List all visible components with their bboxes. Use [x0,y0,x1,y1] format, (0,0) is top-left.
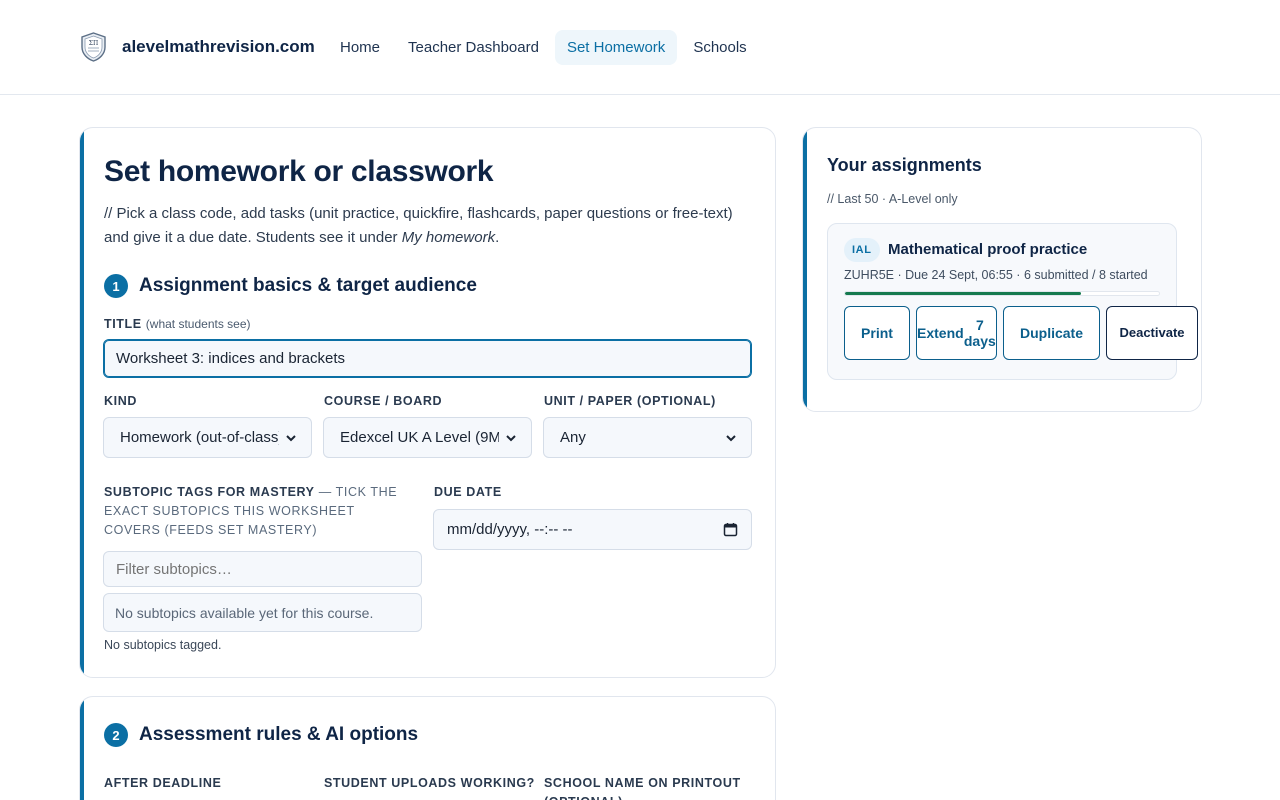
chevron-down-icon [286,434,296,441]
course-label: Course / board [324,394,443,408]
submission-progress-bar [844,291,1160,296]
qualification-badge: IAL [844,238,880,262]
submission-progress-fill [845,292,1081,295]
set-homework-card: Set homework or classwork // Pick a clas… [79,127,776,678]
assignments-subtitle: // Last 50 · A-Level only [827,192,958,206]
step-number-2: 2 [104,723,128,747]
brand-name: alevelmathrevision.com [122,37,315,56]
chevron-down-icon [726,434,736,441]
assignment-meta: ZUHR5E · Due 24 Sept, 06:55 · 6 submitte… [844,268,1148,282]
nav-home[interactable]: Home [328,30,392,65]
top-navigation-bar: ΣΠ alevelmathrevision.com Home Teacher D… [0,0,1280,95]
brand[interactable]: ΣΠ alevelmathrevision.com [80,32,315,62]
title-input[interactable] [103,339,752,378]
section-1-title: Assignment basics & target audience [139,275,477,296]
extend-7-days-button[interactable]: Extend 7 days [916,306,997,360]
title-hint: (what students see) [145,317,251,331]
due-date-label: Due date [434,485,502,499]
calendar-icon[interactable] [723,522,738,537]
subtopic-label: Subtopic tags for mastery — tick the exa… [104,485,398,537]
assessment-rules-card: 2 Assessment rules & AI options After de… [79,696,776,800]
after-deadline-label: After deadline [104,776,222,790]
nav-schools[interactable]: Schools [681,30,758,65]
intro-emphasis: My homework [401,229,496,246]
due-date-input[interactable]: mm/dd/yyyy, --:-- -- [433,509,752,550]
tagged-subtopics-note: No subtopics tagged. [104,638,222,652]
print-button[interactable]: Print [844,306,910,360]
intro-text: // Pick a class code, add tasks (unit pr… [104,205,733,246]
your-assignments-card: Your assignments // Last 50 · A-Level on… [802,127,1202,412]
assignment-item: IAL Mathematical proof practice ZUHR5E ·… [827,223,1198,380]
student-uploads-label: Student uploads working? [324,776,535,790]
page-title: Set homework or classwork [104,155,494,188]
nav-set-homework[interactable]: Set Homework [554,30,678,65]
main-nav: Home Teacher Dashboard Set Homework Scho… [328,30,763,65]
section-2-title: Assessment rules & AI options [139,724,419,745]
kind-select[interactable]: Homework (out-of-class) [103,417,312,458]
course-select[interactable]: Edexcel UK A Level (9MA0) [323,417,532,458]
svg-text:ΣΠ: ΣΠ [89,40,98,47]
kind-label: Kind [104,394,137,408]
title-label: Title (what students see) [104,317,251,331]
step-number-1: 1 [104,274,128,298]
school-name-label: School name on printout (optional) [544,776,741,800]
filter-subtopics-input[interactable] [103,551,422,587]
unit-select[interactable]: Any [543,417,752,458]
no-subtopics-message: No subtopics available yet for this cour… [103,593,422,632]
assignments-title: Your assignments [827,155,982,175]
section-2-header: 2 Assessment rules & AI options [104,723,418,747]
section-1-header: 1 Assignment basics & target audience [104,274,477,298]
chevron-down-icon [506,434,516,441]
deactivate-button[interactable]: Deactivate [1106,306,1198,360]
unit-label: Unit / paper (optional) [544,394,716,408]
assignment-actions: Print Extend 7 days Duplicate Deactivate [844,306,1201,360]
duplicate-button[interactable]: Duplicate [1003,306,1100,360]
shield-logo-icon: ΣΠ [81,32,106,62]
nav-teacher-dashboard[interactable]: Teacher Dashboard [396,30,551,65]
assignment-title: Mathematical proof practice [888,241,1088,258]
